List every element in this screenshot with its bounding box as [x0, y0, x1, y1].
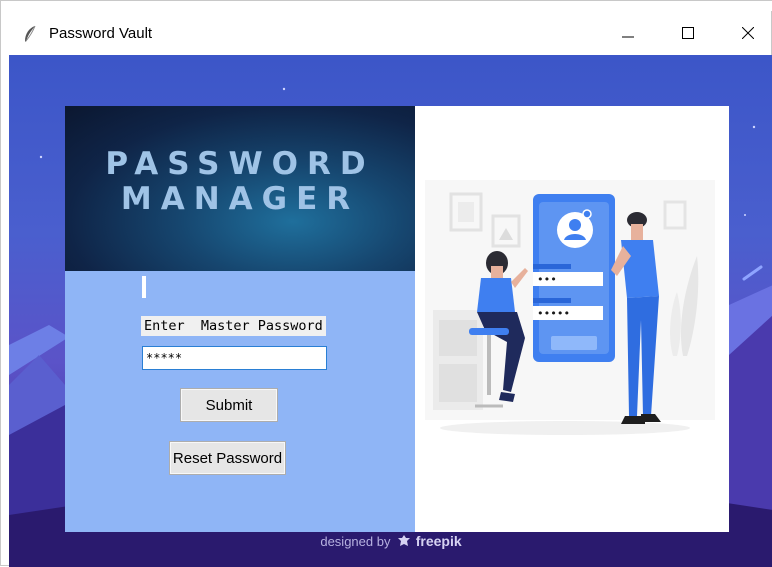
close-icon: [742, 27, 754, 39]
credit-brand: freepik: [415, 533, 462, 549]
window-top-edge: [1, 1, 772, 11]
window-title: Password Vault: [49, 25, 153, 42]
illustration-password-2: •••••: [537, 307, 570, 320]
banner-title-line-2: MANAGER: [120, 181, 360, 217]
minimize-icon: [622, 27, 634, 39]
illustration-password-1: •••: [537, 273, 557, 286]
master-password-label: Enter Master Password: [141, 316, 326, 336]
maximize-icon: [682, 27, 694, 39]
banner-title-line-1: PASSWORD: [105, 146, 375, 182]
illustration-panel: ••• •••••: [415, 106, 729, 532]
feather-icon: [23, 25, 37, 43]
image-credit: designed by freepik: [9, 533, 772, 551]
credit-prefix: designed by: [320, 534, 391, 549]
close-button[interactable]: [725, 17, 771, 49]
app-content: PASSWORD MANAGER Enter Master Password S…: [9, 55, 772, 567]
maximize-button[interactable]: [665, 17, 711, 49]
text-cursor: [142, 276, 146, 298]
title-bar[interactable]: Password Vault: [9, 11, 771, 55]
login-illustration: ••• •••••: [425, 180, 715, 435]
banner-panel: PASSWORD MANAGER: [65, 106, 415, 271]
master-password-input[interactable]: [142, 346, 327, 370]
user-avatar-icon: [569, 219, 581, 231]
freepik-icon: [398, 535, 411, 551]
reset-password-button[interactable]: Reset Password: [169, 441, 286, 475]
login-form-panel: Enter Master Password Submit Reset Passw…: [65, 271, 415, 532]
submit-button[interactable]: Submit: [180, 388, 278, 422]
minimize-button[interactable]: [605, 17, 651, 49]
app-window: Password Vault PASSWORD MANAGER Enter Ma…: [0, 0, 772, 567]
